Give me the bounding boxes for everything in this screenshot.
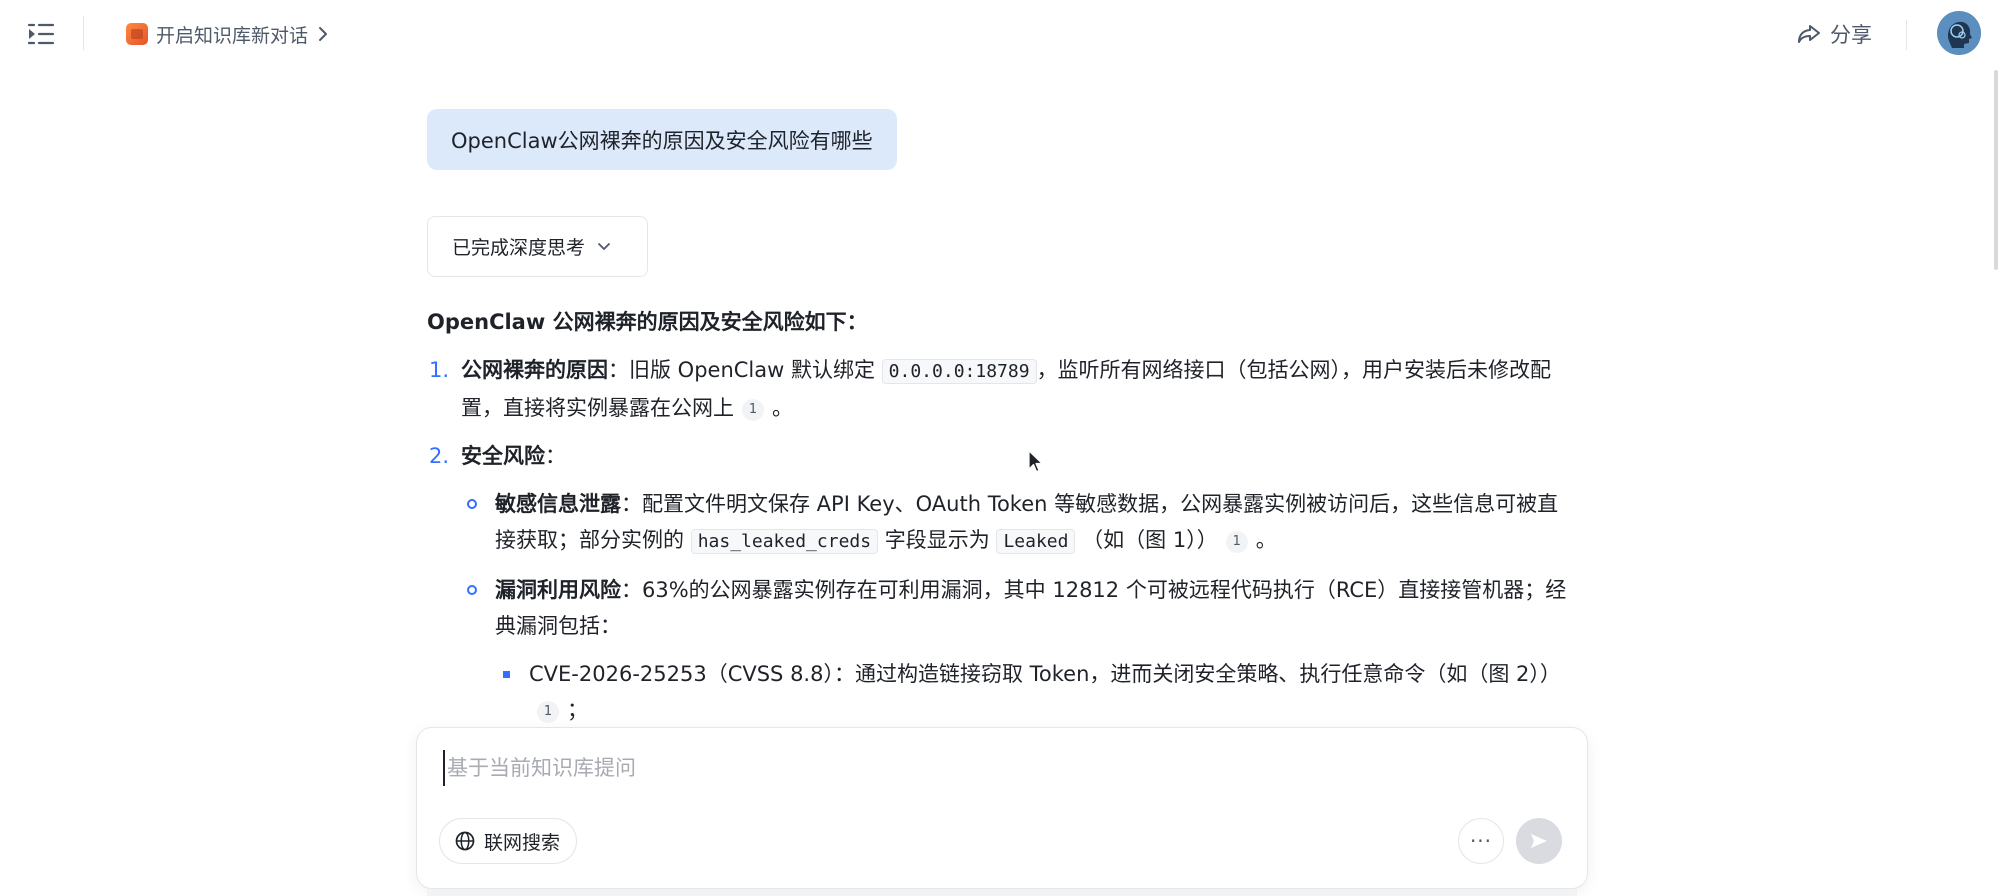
sub-text: （如（图 1）） bbox=[1082, 528, 1218, 552]
hollow-bullet-icon bbox=[467, 499, 477, 509]
avatar[interactable] bbox=[1937, 11, 1981, 55]
send-icon bbox=[1531, 834, 1547, 848]
send-button[interactable] bbox=[1516, 818, 1562, 864]
header-divider-right bbox=[1906, 20, 1907, 50]
inline-code: 0.0.0.0:18789 bbox=[881, 359, 1037, 384]
web-search-toggle[interactable]: 联网搜索 bbox=[439, 818, 578, 864]
bottom-strip bbox=[427, 889, 1577, 896]
new-kb-chat-label: 开启知识库新对话 bbox=[156, 24, 309, 47]
deep-thinking-label: 已完成深度思考 bbox=[452, 237, 586, 259]
sub-sub-list-item: CVE-2026-25253（CVSS 8.8）：通过构造链接窃取 Token，… bbox=[495, 656, 1577, 728]
top-bar: 开启知识库新对话 分享 bbox=[0, 0, 2000, 68]
mouse-cursor-icon bbox=[1028, 450, 1043, 473]
sub-list-item: 敏感信息泄露：配置文件明文保存 API Key、OAuth Token 等敏感数… bbox=[461, 486, 1577, 560]
inline-code: has_leaked_creds bbox=[690, 529, 879, 554]
avatar-brain-icon bbox=[1937, 11, 1981, 55]
list-number: 2. bbox=[429, 444, 450, 468]
share-label: 分享 bbox=[1830, 23, 1872, 47]
deep-thinking-toggle[interactable]: 已完成深度思考 bbox=[427, 216, 648, 277]
chevron-down-icon bbox=[598, 242, 610, 250]
more-options-button[interactable]: ··· bbox=[1458, 818, 1504, 864]
square-bullet-icon bbox=[503, 671, 510, 678]
item-text: ：旧版 OpenClaw 默认绑定 bbox=[608, 358, 875, 382]
item-heading: 公网裸奔的原因 bbox=[461, 358, 608, 382]
item-text: ： bbox=[545, 444, 566, 468]
list-number: 1. bbox=[429, 358, 450, 382]
sub-heading: 敏感信息泄露 bbox=[495, 492, 621, 516]
composer: 联网搜索 ··· bbox=[416, 727, 1588, 889]
sub-end: 。 bbox=[1255, 528, 1277, 552]
globe-icon bbox=[455, 831, 475, 851]
question-input[interactable] bbox=[443, 750, 1543, 786]
sub-text: 字段显示为 bbox=[884, 528, 990, 552]
list-item: 2. 安全风险： 敏感信息泄露：配置文件明文保存 API Key、OAuth T… bbox=[427, 438, 1577, 728]
web-search-label: 联网搜索 bbox=[484, 831, 561, 854]
assistant-answer: OpenClaw 公网裸奔的原因及安全风险如下： 1. 公网裸奔的原因：旧版 O… bbox=[427, 304, 1577, 740]
knowledge-base-icon bbox=[126, 23, 148, 45]
page-scrollbar[interactable] bbox=[1994, 70, 1998, 270]
subsub-text: CVE-2026-25253（CVSS 8.8）：通过构造链接窃取 Token，… bbox=[529, 662, 1561, 686]
citation-badge[interactable]: 1 bbox=[1225, 531, 1248, 553]
new-kb-chat-link[interactable]: 开启知识库新对话 bbox=[126, 18, 330, 50]
user-question-bubble: OpenClaw公网裸奔的原因及安全风险有哪些 bbox=[427, 109, 897, 170]
header-divider bbox=[83, 16, 84, 50]
more-options-icon: ··· bbox=[1469, 829, 1493, 853]
inline-code: Leaked bbox=[996, 529, 1076, 554]
item-heading: 安全风险 bbox=[461, 444, 545, 468]
list-item: 1. 公网裸奔的原因：旧版 OpenClaw 默认绑定 0.0.0.0:1878… bbox=[427, 352, 1577, 426]
chevron-right-icon bbox=[319, 27, 328, 41]
sidebar-toggle-icon[interactable] bbox=[26, 20, 56, 48]
share-button[interactable]: 分享 bbox=[1796, 18, 1872, 50]
hollow-bullet-icon bbox=[467, 585, 477, 595]
share-icon bbox=[1798, 25, 1820, 43]
sub-list-item: 漏洞利用风险：63%的公网暴露实例存在可利用漏洞，其中 12812 个可被远程代… bbox=[461, 572, 1577, 728]
subsub-end: ； bbox=[567, 698, 588, 722]
answer-title: OpenClaw 公网裸奔的原因及安全风险如下： bbox=[427, 310, 868, 334]
citation-badge[interactable]: 1 bbox=[742, 399, 764, 421]
sub-heading: 漏洞利用风险 bbox=[495, 578, 621, 602]
sub-text: ：63%的公网暴露实例存在可利用漏洞，其中 12812 个可被远程代码执行（RC… bbox=[495, 578, 1567, 638]
citation-badge[interactable]: 1 bbox=[537, 701, 559, 723]
item-end: 。 bbox=[772, 396, 793, 420]
